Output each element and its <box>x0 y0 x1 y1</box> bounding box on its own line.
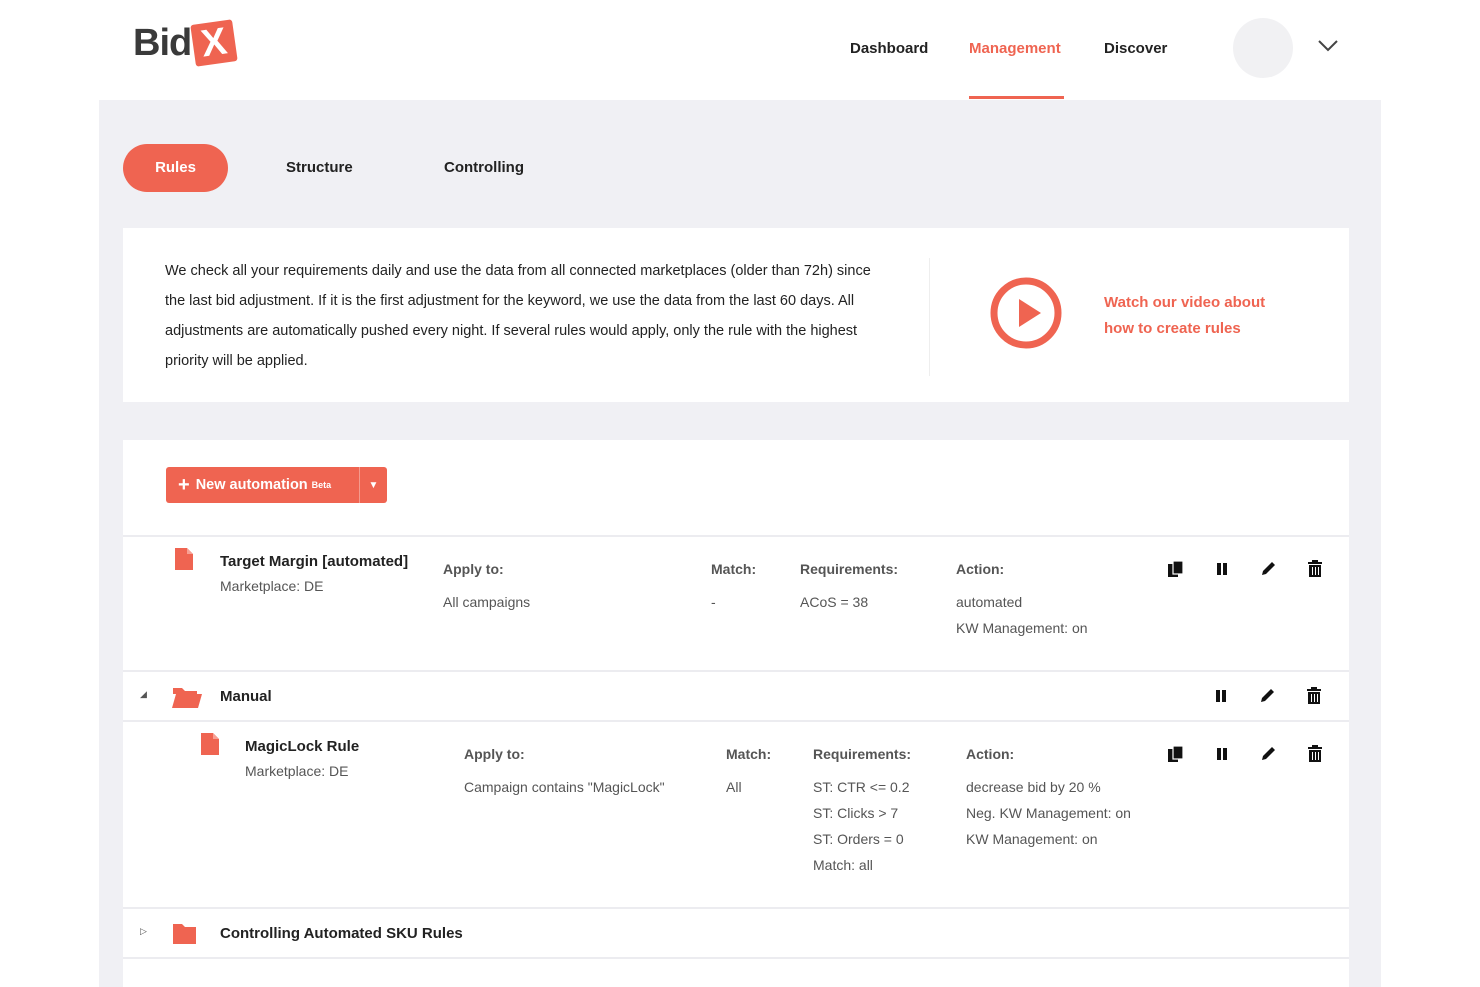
requirement-item: ACoS = 38 <box>800 594 869 610</box>
tab-rules[interactable]: Rules <box>123 144 228 192</box>
new-automation-label: New automation <box>195 477 308 493</box>
new-automation-button[interactable]: + New automation Beta ▼ <box>166 467 387 503</box>
rule-title[interactable]: MagicLock Rule <box>245 738 359 755</box>
pause-icon[interactable] <box>1213 560 1231 578</box>
divider <box>123 907 1349 909</box>
divider <box>123 720 1349 722</box>
requirement-item: Match: all <box>813 857 873 873</box>
collapse-triangle-icon[interactable]: ◢ <box>140 689 147 700</box>
edit-icon[interactable] <box>1258 687 1276 705</box>
apply-value: Campaign contains "MagicLock" <box>464 779 665 795</box>
file-icon <box>201 733 219 755</box>
divider <box>123 957 1349 959</box>
match-header: Match: <box>726 746 772 762</box>
file-icon <box>175 548 193 570</box>
nav-dashboard[interactable]: Dashboard <box>850 40 928 57</box>
edit-icon[interactable] <box>1259 745 1277 763</box>
top-header: Bid X Dashboard Management Discover <box>0 0 1480 100</box>
bidx-logo[interactable]: Bid X <box>133 19 238 67</box>
requirement-item: ST: Orders = 0 <box>813 831 904 847</box>
expand-triangle-icon[interactable]: ▷ <box>140 926 147 937</box>
action-header: Action: <box>956 561 1005 577</box>
logo-text: Bid <box>133 21 192 64</box>
match-value: - <box>711 594 716 610</box>
pause-icon[interactable] <box>1212 687 1230 705</box>
action-header: Action: <box>966 746 1015 762</box>
logo-mark: X <box>190 19 238 67</box>
edit-icon[interactable] <box>1259 560 1277 578</box>
pause-icon[interactable] <box>1213 745 1231 763</box>
requirement-item: ST: Clicks > 7 <box>813 805 899 821</box>
video-link-line1: Watch our video about <box>1104 294 1266 311</box>
copy-icon[interactable] <box>1167 745 1185 763</box>
action-item: Neg. KW Management: on <box>966 805 1131 821</box>
avatar[interactable] <box>1233 18 1293 78</box>
folder-name[interactable]: Controlling Automated SKU Rules <box>220 925 463 942</box>
plus-icon: + <box>178 474 190 496</box>
copy-icon[interactable] <box>1167 560 1185 578</box>
info-text: We check all your requirements daily and… <box>165 263 871 369</box>
action-item: KW Management: on <box>956 620 1088 636</box>
tab-structure[interactable]: Structure <box>286 144 353 192</box>
beta-badge: Beta <box>311 480 332 490</box>
apply-header: Apply to: <box>443 561 504 577</box>
folder-open-icon <box>172 688 202 708</box>
rules-card: + New automation Beta ▼ Target Margin [a… <box>123 440 1349 987</box>
play-icon[interactable] <box>990 277 1062 349</box>
rule-marketplace: Marketplace: DE <box>220 578 324 594</box>
action-item: decrease bid by 20 % <box>966 779 1101 795</box>
match-header: Match: <box>711 561 757 577</box>
action-item: KW Management: on <box>966 831 1098 847</box>
caret-down-icon[interactable]: ▼ <box>359 467 387 503</box>
tab-controlling[interactable]: Controlling <box>444 144 524 192</box>
info-card: We check all your requirements daily and… <box>123 228 1349 402</box>
rule-title[interactable]: Target Margin [automated] <box>220 553 408 570</box>
trash-icon[interactable] <box>1305 687 1323 705</box>
action-item: automated <box>956 594 1023 610</box>
match-value: All <box>726 779 742 795</box>
nav-discover[interactable]: Discover <box>1104 40 1167 57</box>
chevron-down-icon[interactable] <box>1316 38 1340 54</box>
active-nav-indicator <box>969 96 1064 99</box>
requirements-header: Requirements: <box>800 561 899 577</box>
nav-management[interactable]: Management <box>969 40 1061 57</box>
trash-icon[interactable] <box>1306 560 1324 578</box>
trash-icon[interactable] <box>1306 745 1324 763</box>
main-content: Rules Structure Controlling We check all… <box>99 100 1381 987</box>
requirements-header: Requirements: <box>813 746 912 762</box>
video-link[interactable]: Watch our video about how to create rule… <box>1104 290 1265 342</box>
folder-name[interactable]: Manual <box>220 688 272 705</box>
video-link-line2: how to create rules <box>1104 320 1241 337</box>
divider <box>123 670 1349 672</box>
rule-marketplace: Marketplace: DE <box>245 763 349 779</box>
requirement-item: ST: CTR <= 0.2 <box>813 779 910 795</box>
divider <box>123 535 1349 537</box>
apply-header: Apply to: <box>464 746 525 762</box>
divider <box>929 258 930 376</box>
apply-value: All campaigns <box>443 594 531 610</box>
folder-closed-icon <box>173 924 196 944</box>
